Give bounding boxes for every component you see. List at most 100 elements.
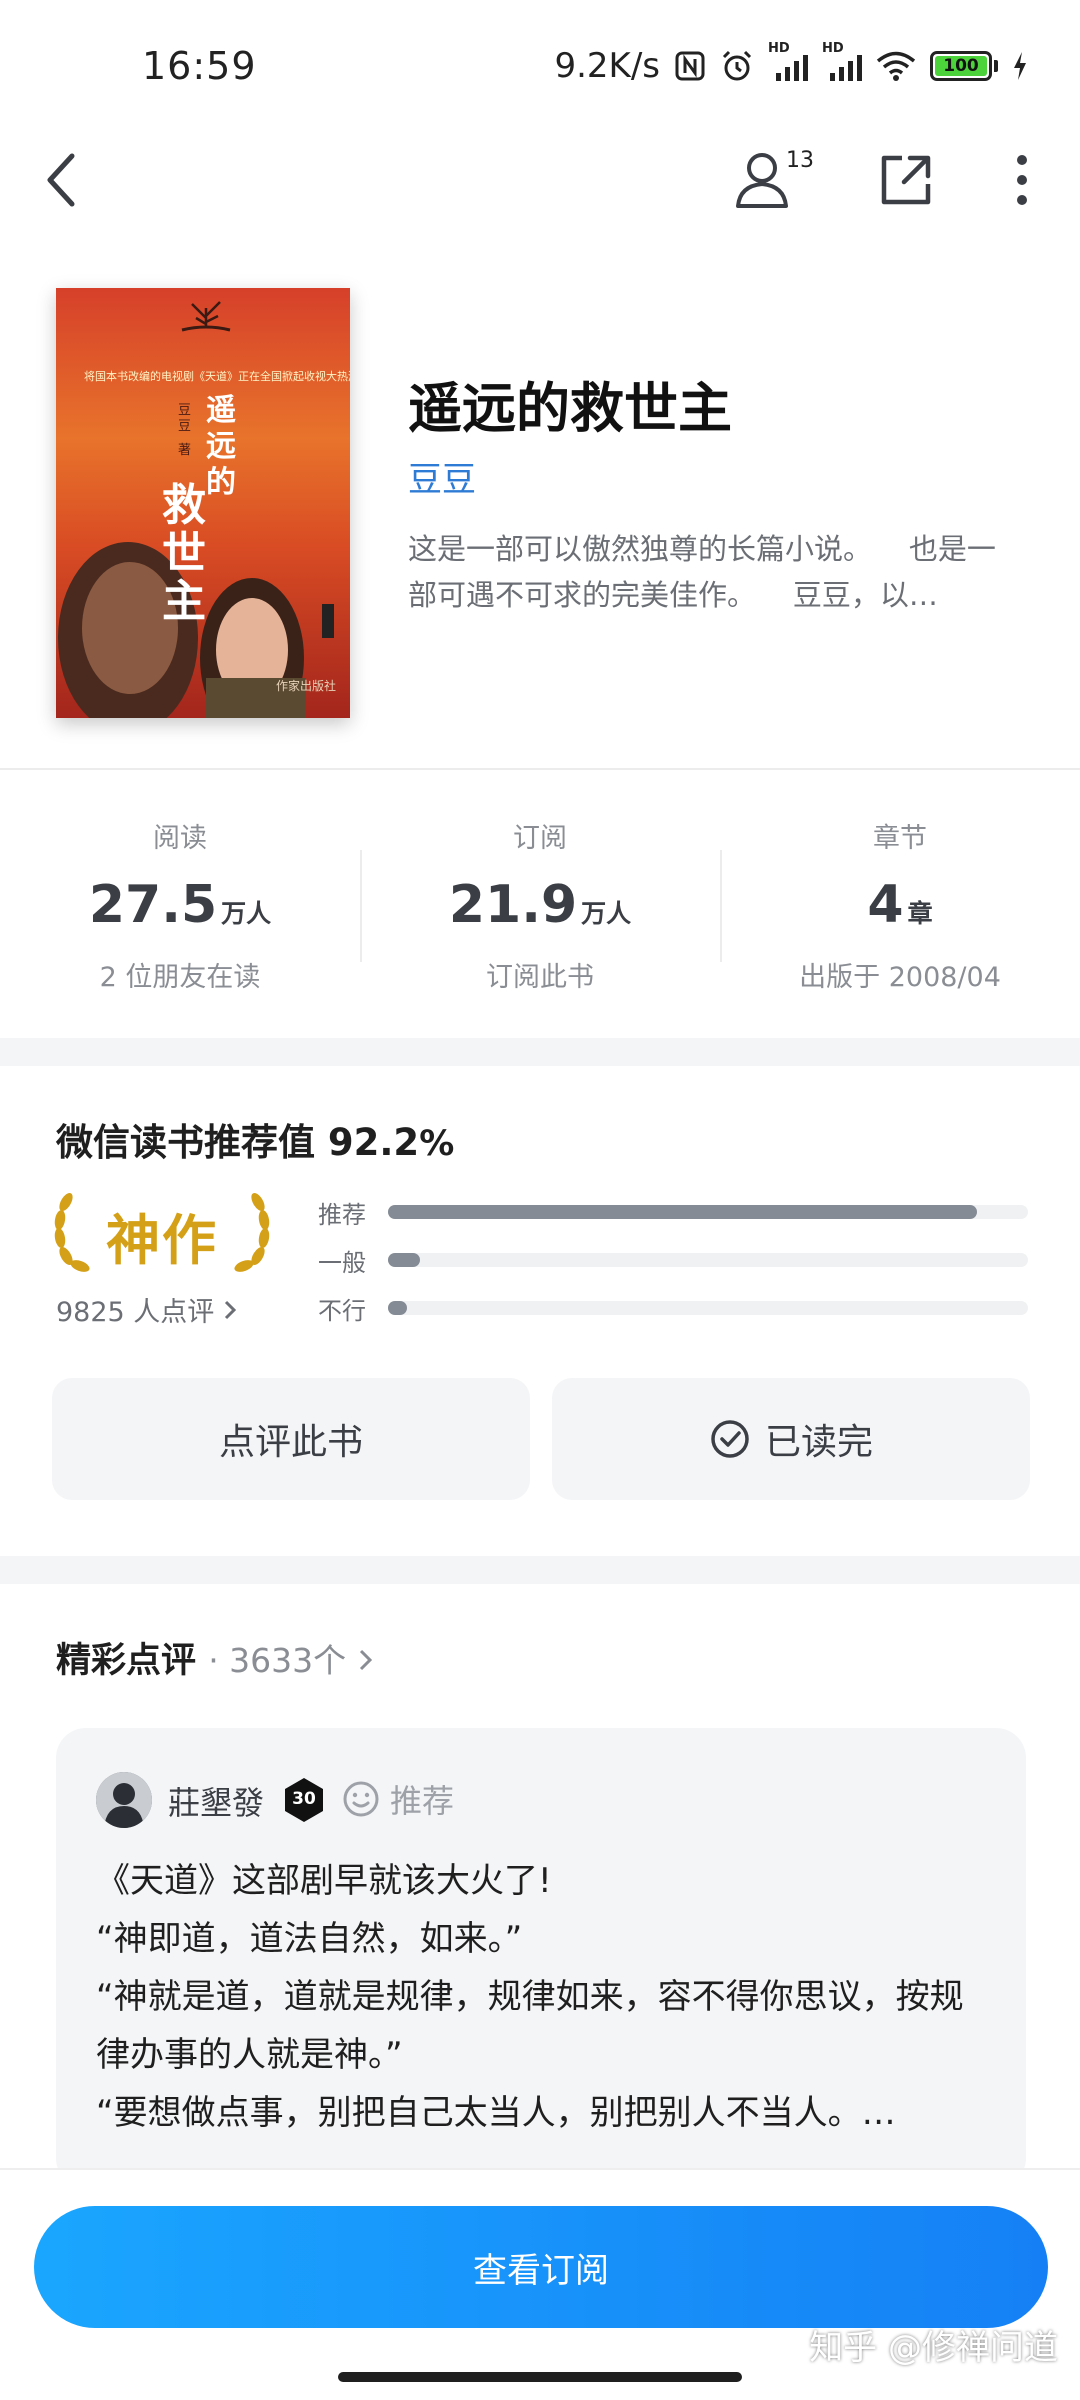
- share-button[interactable]: [866, 140, 946, 220]
- view-subscription-label: 查看订阅: [473, 2250, 609, 2291]
- rating-bar-average: 一般: [318, 1242, 1028, 1278]
- reviews-heading-text: 精彩点评: [56, 1641, 197, 1681]
- stat-value: 27.5: [88, 875, 218, 935]
- book-header: 将国本书改编的电视剧《天道》正在全国掀起收视大热潮 遥 远 的 救 世 主 豆 …: [0, 280, 1080, 720]
- nfc-icon: [675, 51, 705, 81]
- view-subscription-button[interactable]: 查看订阅: [34, 2206, 1048, 2328]
- status-time: 16:59: [142, 44, 257, 88]
- svg-text:救: 救: [162, 480, 206, 531]
- watermark: 知乎 @修禅问道: [809, 2328, 1058, 2368]
- rating-bar-poor: 不行: [318, 1290, 1028, 1326]
- friends-reading-button[interactable]: 13: [724, 140, 814, 220]
- book-title: 遥远的救世主: [408, 376, 732, 440]
- review-card[interactable]: 莊墾發 30 推荐 《天道》这部剧早就该大火了! “神即道，道法自然，如来。” …: [56, 1728, 1026, 2188]
- divider: [0, 768, 1080, 770]
- bar-label: 推荐: [318, 1200, 366, 1229]
- review-line: “要想做点事，别把自己太当人，别把别人不当人。…: [96, 2093, 896, 2133]
- svg-text:著: 著: [178, 443, 191, 458]
- stat-subscribers[interactable]: 订阅 21.9 万人 订阅此书: [360, 780, 720, 1010]
- stat-sub: 订阅此书: [486, 962, 594, 993]
- stat-unit: 万人: [581, 899, 632, 928]
- mark-finished-button[interactable]: 已读完: [552, 1378, 1030, 1500]
- rating-badge: 神作: [52, 1186, 272, 1276]
- cover-art: 将国本书改编的电视剧《天道》正在全国掀起收视大热潮 遥 远 的 救 世 主 豆 …: [56, 288, 350, 718]
- book-cover[interactable]: 将国本书改编的电视剧《天道》正在全国掀起收视大热潮 遥 远 的 救 世 主 豆 …: [56, 288, 350, 718]
- section-separator: [0, 1556, 1080, 1584]
- share-icon: [881, 155, 931, 205]
- status-bar: 16:59 9.2K/s HD HD 100: [0, 0, 1080, 130]
- status-icons: 9.2K/s HD HD 100: [554, 41, 1028, 86]
- more-button[interactable]: [982, 140, 1062, 220]
- review-tag: 推荐: [342, 1776, 454, 1822]
- signal-icon-2: HD: [822, 41, 862, 81]
- stat-label: 订阅: [513, 823, 567, 854]
- bar-fill: [388, 1205, 977, 1219]
- wifi-icon: [876, 51, 916, 81]
- check-circle-icon: [711, 1420, 749, 1458]
- bar-fill: [388, 1301, 408, 1315]
- book-description[interactable]: 这是一部可以傲然独尊的长篇小说。 也是一部可遇不可求的完美佳作。 豆豆，以…: [408, 526, 1008, 618]
- review-tag-text: 推荐: [390, 1782, 455, 1820]
- stat-unit: 章: [907, 899, 933, 928]
- review-line: 《天道》这部剧早就该大火了!: [96, 1861, 552, 1901]
- chevron-left-icon: [47, 153, 75, 207]
- level-badge: 30: [282, 1776, 326, 1824]
- rating-title-text: 微信读书推荐值: [56, 1121, 315, 1164]
- review-book-label: 点评此书: [218, 1422, 363, 1463]
- stat-reading[interactable]: 阅读 27.5 万人 2 位朋友在读: [0, 780, 360, 1010]
- review-line: “神即道，道法自然，如来。”: [96, 1919, 523, 1959]
- avatar[interactable]: [96, 1772, 152, 1828]
- cover-publisher-text: 作家出版社: [276, 678, 336, 693]
- review-line: “神就是道，道就是规律，规律如来，容不得你思议，按规律办事的人就是神。”: [96, 1977, 964, 2075]
- battery-level: 100: [935, 56, 987, 76]
- review-count-link[interactable]: 9825 人点评: [56, 1290, 237, 1329]
- review-count-text: 9825 人点评: [56, 1297, 215, 1328]
- smile-icon: [343, 1781, 379, 1817]
- friends-count: 13: [786, 148, 814, 173]
- battery-icon: 100: [930, 51, 998, 81]
- stats-row: 阅读 27.5 万人 2 位朋友在读 订阅 21.9 万人 订阅此书 章节 4章 出…: [0, 780, 1080, 1010]
- section-separator: [0, 1038, 1080, 1066]
- stat-label: 章节: [873, 823, 927, 854]
- bar-label: 一般: [318, 1248, 366, 1277]
- stat-value: 4: [867, 875, 904, 935]
- reviews-count: · 3633个: [208, 1641, 347, 1680]
- cover-author-text: 豆 豆 著: [178, 403, 191, 458]
- rating-value: 92.2: [327, 1121, 420, 1164]
- reviewer-name[interactable]: 莊墾發: [168, 1778, 264, 1824]
- stat-unit: 万人: [221, 899, 272, 928]
- alarm-icon: [722, 50, 752, 81]
- svg-text:的: 的: [206, 465, 236, 500]
- review-body: 《天道》这部剧早就该大火了! “神即道，道法自然，如来。” “神就是道，道就是规…: [96, 1852, 996, 2142]
- more-vertical-icon: [1017, 155, 1027, 205]
- book-author[interactable]: 豆豆: [408, 452, 476, 501]
- stat-label: 阅读: [153, 823, 207, 854]
- top-nav: 13: [0, 130, 1080, 230]
- svg-text:遥: 遥: [206, 393, 236, 428]
- level-value: 30: [292, 1789, 316, 1809]
- chevron-right-icon: [360, 1649, 373, 1671]
- stat-sub: 出版于 2008/04: [799, 962, 1001, 993]
- svg-text:世: 世: [162, 528, 206, 579]
- bottom-bar: 查看订阅 知乎 @修禅问道: [0, 2168, 1080, 2400]
- reviews-heading[interactable]: 精彩点评 · 3633个: [56, 1632, 374, 1683]
- bar-fill: [388, 1253, 420, 1267]
- rating-bar-recommend: 推荐: [318, 1194, 1028, 1230]
- svg-text:豆: 豆: [178, 419, 191, 434]
- chevron-right-icon: [224, 1300, 237, 1320]
- network-speed: 9.2K/s: [554, 46, 660, 86]
- cover-top-text: 将国本书改编的电视剧《天道》正在全国掀起收视大热潮: [84, 369, 350, 383]
- home-indicator[interactable]: [338, 2372, 742, 2382]
- svg-text:远: 远: [206, 429, 236, 464]
- stat-sub: 2 位朋友在读: [99, 962, 261, 993]
- svg-text:豆: 豆: [178, 403, 191, 418]
- stat-value: 21.9: [448, 875, 578, 935]
- stat-chapters[interactable]: 章节 4章 出版于 2008/04: [720, 780, 1080, 1010]
- review-book-button[interactable]: 点评此书: [52, 1378, 530, 1500]
- signal-icon-1: HD: [768, 41, 808, 81]
- rating-badge-text: 神作: [106, 1209, 218, 1272]
- rating-title: 微信读书推荐值 92.2%: [56, 1112, 454, 1166]
- svg-text:主: 主: [162, 576, 206, 627]
- back-button[interactable]: [22, 140, 102, 220]
- mark-finished-label: 已读完: [764, 1422, 873, 1463]
